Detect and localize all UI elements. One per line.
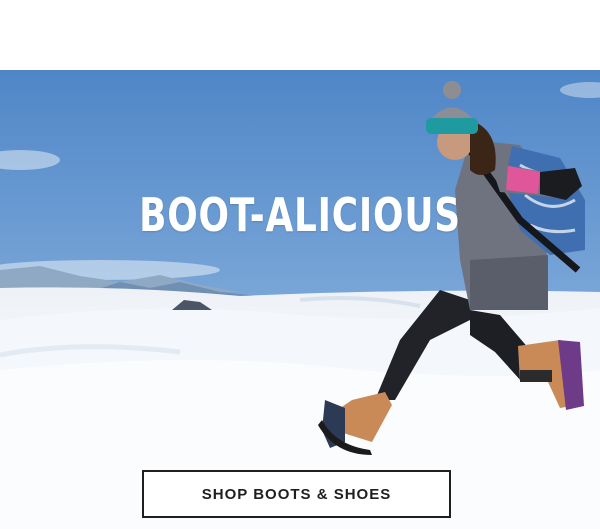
- hero-image: [0, 70, 600, 529]
- cta-label: SHOP BOOTS & SHOES: [201, 485, 392, 503]
- shop-boots-and-shoes-button[interactable]: SHOP BOOTS & SHOES: [142, 470, 451, 518]
- top-whitespace: [0, 0, 600, 70]
- hero-headline: BOOT-ALICIOUS: [139, 188, 461, 242]
- hero-banner[interactable]: BOOT-ALICIOUS SHOP BOOTS & SHOES: [0, 70, 600, 529]
